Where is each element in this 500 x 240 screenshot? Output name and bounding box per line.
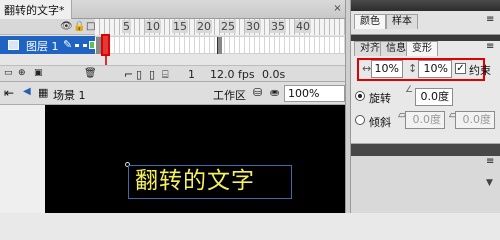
playhead[interactable] [101, 34, 110, 56]
layer-info[interactable]: 图层 1 ✎ [0, 36, 95, 54]
layer-row[interactable]: 图层 1 ✎ [0, 36, 345, 54]
color-panel: 颜色 样本 ≡ [351, 0, 500, 34]
new-layer-icon[interactable]: ▭ [4, 67, 13, 80]
ruler-number: 25 [220, 20, 236, 33]
workspace-dropdown[interactable]: 工作区 [213, 87, 246, 103]
layer-name[interactable]: 图层 1 [26, 38, 59, 54]
constrain-label: 约束 [469, 64, 491, 77]
timeline-toggle-icon[interactable]: ⇤ [4, 86, 14, 100]
document-tab-bar: 翻转的文字* × [0, 0, 345, 19]
panel-title-bar[interactable] [351, 0, 500, 11]
ruler-number: 35 [270, 20, 286, 33]
frame-rate: 12.0 fps [210, 68, 255, 81]
transform-panel: 对齐 信息 变形 ≡ ↔ 10% ↕ 10% ✓ 约束 ∠ 旋转 0.0度 倾斜… [351, 34, 500, 143]
onion-skin-icon[interactable]: ⌐ [124, 68, 133, 81]
onion-outline-icon[interactable]: ▯ [136, 68, 142, 81]
elapsed-time: 0.0s [262, 68, 286, 81]
zoom-value: 100% [288, 87, 320, 100]
panel-menu-icon[interactable]: ≡ [486, 156, 494, 167]
stage[interactable]: 翻转的文字 [45, 105, 345, 213]
constrain-checkbox[interactable]: ✓ [455, 63, 466, 74]
lock-dot[interactable] [83, 44, 87, 47]
edit-symbol-icon[interactable]: ⛂ [270, 86, 279, 99]
rotate-angle-icon: ∠ [405, 85, 414, 95]
close-icon[interactable]: × [332, 4, 343, 15]
scene-icon: ▦ [38, 86, 49, 99]
ruler-number: 10 [145, 20, 161, 33]
tab-color[interactable]: 颜色 [354, 14, 386, 29]
timeline-status-bar: ▭ ⊕ ▣ 🗑 ⌐ ▯ ▯ ⌸ 1 12.0 fps 0.0s [0, 65, 345, 81]
skew-v-field[interactable]: 0.0度 [455, 111, 495, 129]
eye-icon[interactable]: 👁 [60, 21, 73, 33]
skew-label: 倾斜 [369, 116, 391, 129]
frame-ruler[interactable]: 5 10 15 20 25 30 35 40 [95, 19, 345, 35]
tab-swatches[interactable]: 样本 [386, 14, 418, 29]
ruler-number: 30 [245, 20, 261, 33]
current-frame: 1 [188, 68, 195, 81]
timeline-panel: 👁 🔒 □ 5 10 15 20 25 30 35 40 图层 1 ✎ ▭ ⊕ … [0, 19, 345, 85]
scale-height-field[interactable]: 10% [418, 60, 452, 78]
ruler-number: 40 [295, 20, 311, 33]
back-arrow-icon[interactable]: ◀ [23, 86, 31, 97]
edit-bar: ⇤ ◀ ▦ 场景 1 工作区 ⛁ ⛂ 100% [0, 81, 345, 105]
ruler-number: 20 [196, 20, 212, 33]
panel-menu-icon[interactable]: ≡ [486, 14, 494, 25]
timeline-header: 👁 🔒 □ 5 10 15 20 25 30 35 40 [0, 19, 345, 35]
ruler-number: 5 [122, 20, 131, 33]
lock-icon[interactable]: 🔒 [73, 21, 85, 33]
stage-text-field[interactable]: 翻转的文字 [128, 165, 292, 199]
skew-radio[interactable] [355, 115, 365, 125]
rotate-field[interactable]: 0.0度 [415, 88, 453, 106]
folder-icon[interactable]: ▣ [34, 67, 43, 80]
guide-icon[interactable]: ⊕ [18, 67, 26, 80]
radio-selected-dot [358, 94, 362, 98]
layer-type-icon [8, 40, 19, 50]
zoom-select[interactable]: 100% [284, 85, 345, 102]
document-tab[interactable]: 翻转的文字* [0, 0, 72, 19]
end-keyframe[interactable] [217, 37, 222, 54]
delete-layer-icon[interactable]: 🗑 [84, 67, 97, 80]
tab-transform[interactable]: 变形 [406, 41, 438, 56]
pencil-icon: ✎ [63, 38, 73, 51]
ruler-number: 15 [172, 20, 188, 33]
edit-scene-icon[interactable]: ⛁ [253, 86, 262, 99]
bottom-panel: ≡ ▼ [351, 143, 500, 213]
skew-h-field[interactable]: 0.0度 [405, 111, 445, 129]
frame-track[interactable] [95, 36, 345, 54]
scene-name[interactable]: 场景 1 [53, 87, 86, 103]
height-icon: ↕ [408, 62, 418, 75]
edit-multiple-icon[interactable]: ▯ [149, 68, 155, 81]
width-icon: ↔ [362, 62, 372, 75]
scroll-down-icon[interactable]: ▼ [486, 178, 493, 188]
panel-menu-icon[interactable]: ≡ [486, 41, 494, 52]
visibility-dot[interactable] [75, 44, 79, 47]
scale-width-field[interactable]: 10% [371, 60, 403, 78]
pasteboard: 翻转的文字 [0, 105, 345, 213]
modify-markers-icon[interactable]: ⌸ [162, 68, 169, 81]
rotate-label: 旋转 [369, 92, 391, 105]
panel-title-bar[interactable] [351, 144, 500, 156]
